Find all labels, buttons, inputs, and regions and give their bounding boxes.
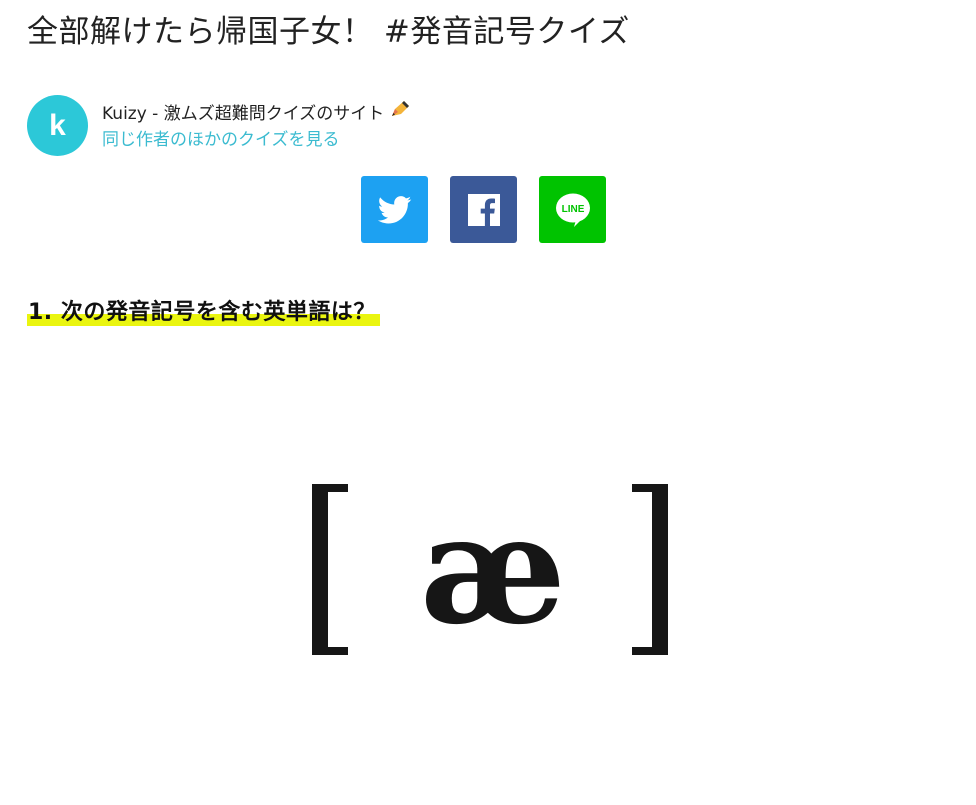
quiz-title: 全部解けたら帰国子女！ #発音記号クイズ: [27, 14, 630, 50]
quiz-page: 全部解けたら帰国子女！ #発音記号クイズ k Kuizy - 激ムズ超難問クイズ…: [0, 0, 976, 805]
open-bracket: [312, 484, 348, 655]
ipa-symbol: æ: [419, 482, 567, 658]
line-share-button[interactable]: LINE: [539, 176, 606, 243]
author-name-row: Kuizy - 激ムズ超難問クイズのサイト: [102, 99, 411, 127]
author-name[interactable]: Kuizy - 激ムズ超難問クイズのサイト: [102, 104, 384, 124]
facebook-f-icon: [467, 193, 500, 226]
author-avatar[interactable]: k: [27, 95, 88, 156]
line-logo-icon: LINE: [555, 193, 590, 227]
twitter-bird-icon: [377, 195, 411, 223]
pencil-icon: [389, 100, 411, 123]
facebook-share-button[interactable]: [450, 176, 517, 243]
author-block: k Kuizy - 激ムズ超難問クイズのサイト 同じ作者のほかのクイズを見る: [27, 95, 411, 156]
share-buttons: LINE: [361, 176, 606, 243]
twitter-share-button[interactable]: [361, 176, 428, 243]
author-info: Kuizy - 激ムズ超難問クイズのサイト 同じ作者のほかのクイズを見る: [102, 99, 411, 153]
phonetic-symbol-image: æ: [300, 470, 680, 675]
svg-text:LINE: LINE: [561, 204, 584, 215]
question-heading: 1. 次の発音記号を含む英単語は？: [27, 294, 380, 326]
close-bracket: [632, 484, 668, 655]
more-quizzes-link[interactable]: 同じ作者のほかのクイズを見る: [102, 127, 411, 153]
